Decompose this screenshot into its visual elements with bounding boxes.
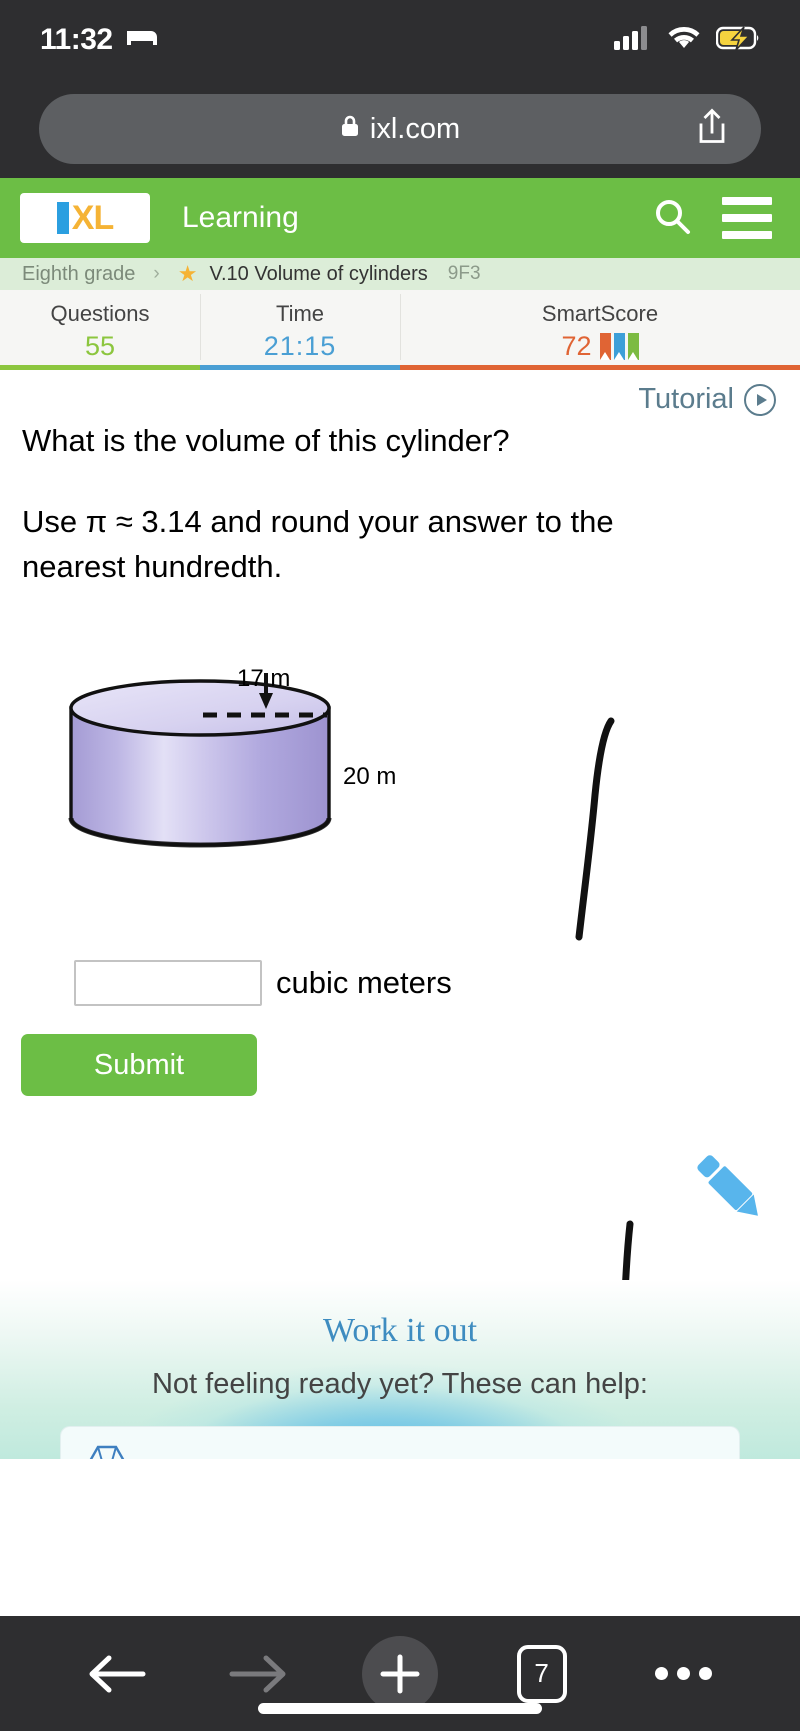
suggested-skill-card[interactable] [60, 1426, 740, 1459]
cylinder-figure: 17 m 20 m [55, 665, 475, 895]
skill-title: V.10 Volume of cylinders [209, 262, 428, 285]
browser-url-bar-container: ixl.com [0, 80, 800, 178]
stat-time-label: Time [275, 300, 325, 326]
forward-arrow-icon [229, 1655, 286, 1692]
brand-word: Learning [182, 201, 299, 234]
tabs-button[interactable]: 7 [471, 1635, 613, 1713]
battery-charging-icon [715, 25, 762, 56]
answer-input[interactable] [74, 960, 262, 1006]
answer-row: cubic meters [0, 960, 800, 1006]
question-prompt: What is the volume of this cylinder? [22, 423, 510, 458]
logo-xl-text: XL [71, 199, 114, 237]
back-button[interactable] [46, 1635, 188, 1713]
breadcrumb-separator-icon: › [153, 263, 160, 284]
url-text: ixl.com [369, 112, 461, 145]
tutorial-link[interactable]: Tutorial [638, 383, 776, 416]
new-tab-button[interactable] [329, 1635, 471, 1713]
radius-label: 17 m [237, 665, 291, 692]
question-instruction: Use π ≈ 3.14 and round your answer to th… [22, 504, 614, 584]
site-header: XL Learning [0, 178, 800, 258]
ribbon-icons [599, 332, 639, 360]
stat-time-underline [200, 365, 400, 370]
smartscore-row: 72 [561, 330, 639, 362]
hamburger-menu-icon[interactable] [722, 197, 772, 239]
star-icon[interactable]: ★ [178, 261, 198, 287]
stat-questions: Questions 55 [0, 290, 200, 370]
wifi-icon [666, 25, 702, 56]
submit-button[interactable]: Submit [21, 1034, 257, 1096]
url-text-group: ixl.com [340, 113, 460, 146]
phone-screen: 11:32 ixl.com XL Learning Eighth grade ›… [0, 0, 800, 1731]
stat-time-value: 21:15 [263, 330, 337, 361]
skill-code: 9F3 [447, 263, 481, 284]
breadcrumb-grade[interactable]: Eighth grade [22, 263, 135, 286]
skill-card-icon [87, 1441, 127, 1459]
forward-button[interactable] [188, 1635, 330, 1713]
cylinder-svg [68, 673, 332, 848]
home-indicator [258, 1703, 542, 1714]
plus-icon[interactable] [361, 1635, 438, 1712]
status-bar-left: 11:32 [40, 23, 159, 57]
stat-questions-label: Questions [50, 300, 150, 326]
ribbon-icon-orange [599, 332, 611, 360]
breadcrumb: Eighth grade › ★ V.10 Volume of cylinder… [0, 258, 800, 290]
browser-toolbar: 7 [0, 1616, 800, 1731]
clock-time: 11:32 [40, 23, 113, 56]
handwritten-stroke-upper [575, 717, 615, 941]
stat-questions-value: 55 [84, 330, 116, 361]
stat-smartscore-value: 72 [561, 330, 592, 361]
stats-bar: Questions 55 Time 21:15 SmartScore 72 [0, 290, 800, 370]
back-arrow-icon [89, 1655, 146, 1692]
ribbon-icon-green [627, 332, 639, 360]
tutorial-label: Tutorial [638, 383, 734, 415]
height-label: 20 m [343, 763, 397, 790]
work-it-out-title: Work it out [322, 1312, 478, 1349]
stat-smartscore-label: SmartScore [541, 300, 659, 326]
lock-icon [340, 113, 360, 146]
search-icon[interactable] [652, 196, 692, 241]
stat-time: Time 21:15 [200, 290, 400, 370]
ios-status-bar: 11:32 [0, 0, 800, 80]
pencil-icon[interactable] [670, 1125, 778, 1238]
header-icons [652, 196, 772, 241]
ribbon-icon-blue [613, 332, 625, 360]
work-it-out-section: Work it out Not feeling ready yet? These… [0, 1280, 800, 1459]
answer-units-label: cubic meters [276, 965, 452, 1000]
bed-icon [125, 25, 159, 56]
share-icon[interactable] [693, 106, 731, 153]
stat-smartscore: SmartScore 72 [400, 290, 800, 370]
logo-i-bar [56, 202, 69, 234]
work-it-out-subtitle: Not feeling ready yet? These can help: [151, 1368, 648, 1400]
status-bar-right [614, 25, 762, 56]
browser-url-bar[interactable]: ixl.com [39, 94, 761, 164]
more-dots-icon[interactable] [654, 1667, 712, 1680]
ixl-logo[interactable]: XL [20, 193, 150, 243]
play-circle-icon[interactable] [744, 383, 776, 416]
stat-questions-underline [0, 365, 200, 370]
more-button[interactable] [612, 1635, 754, 1713]
cellular-signal-icon [614, 25, 652, 56]
stat-smartscore-underline [400, 365, 800, 370]
tab-count-badge[interactable]: 7 [516, 1644, 567, 1703]
